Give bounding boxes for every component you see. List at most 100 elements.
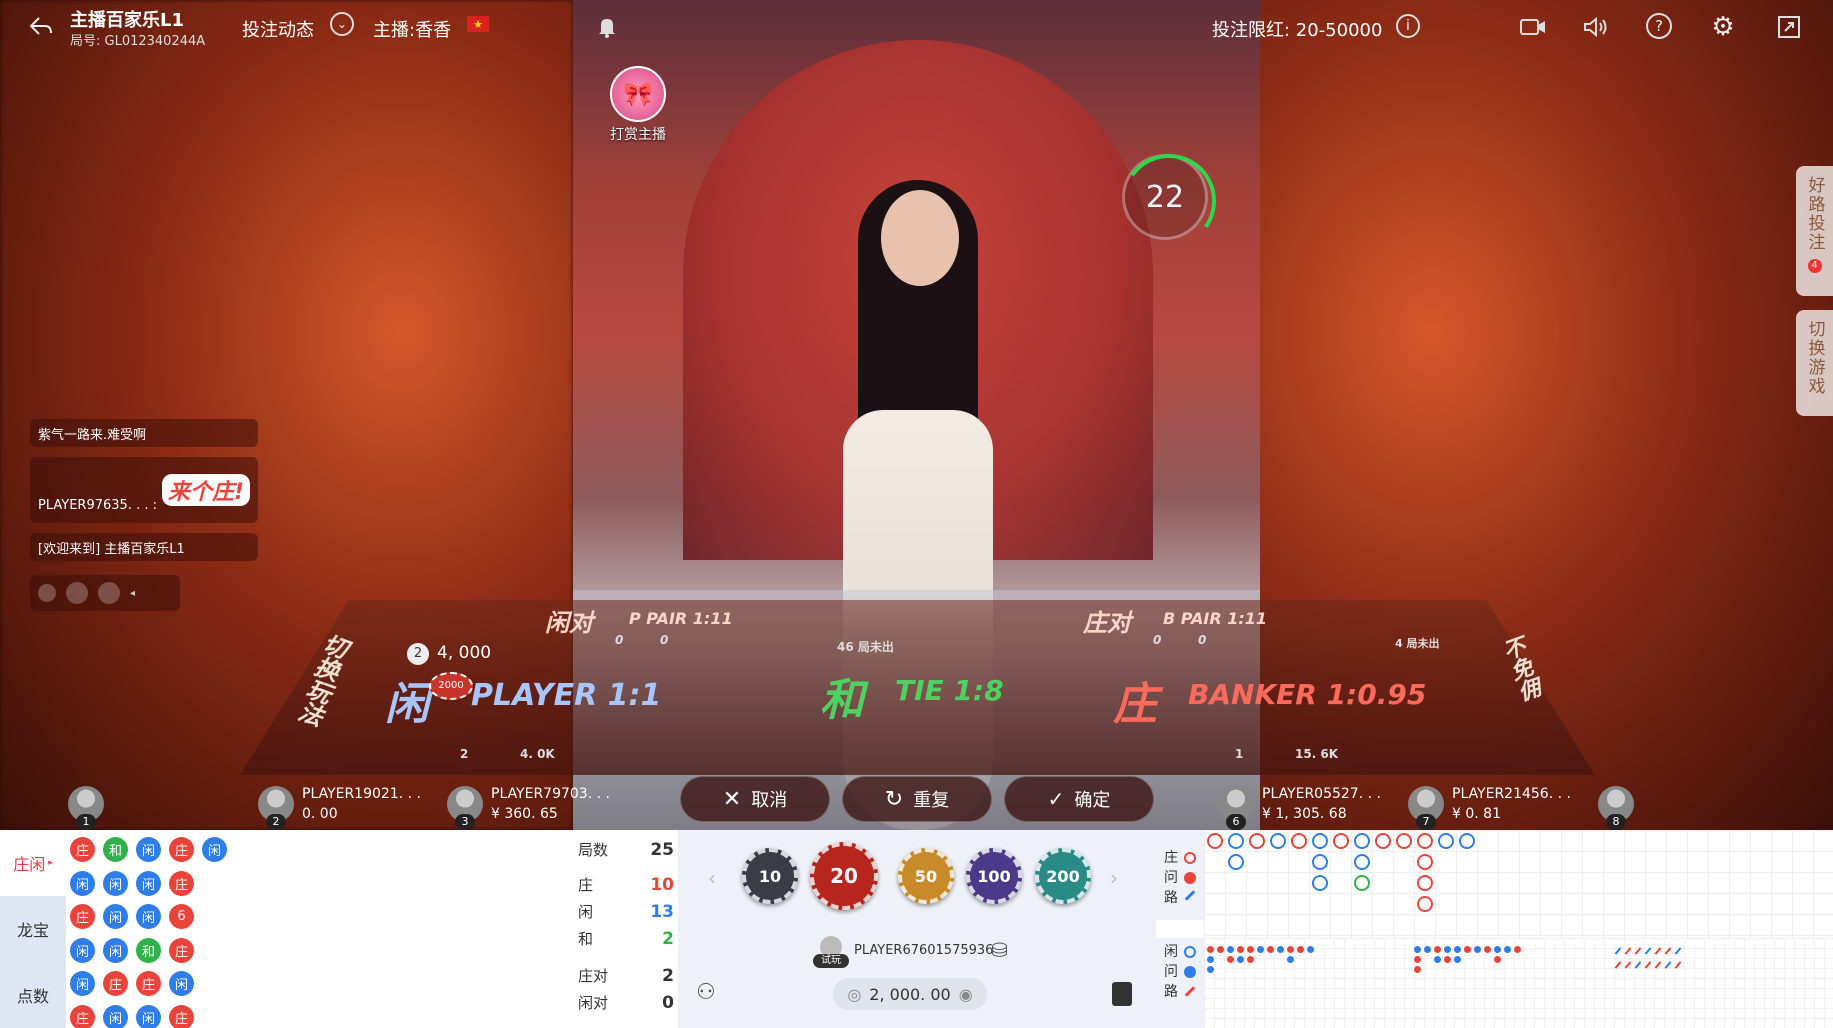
tie-count-label: 和 bbox=[578, 930, 594, 948]
tie-note: 46 局未出 bbox=[837, 640, 894, 654]
ask-label: 问 bbox=[1164, 870, 1178, 886]
ask-label: 问 bbox=[1164, 964, 1178, 980]
derived-road-mark bbox=[1237, 956, 1244, 963]
chip-10[interactable]: 10 bbox=[742, 848, 798, 904]
player-count: 13 bbox=[650, 901, 674, 922]
chat-input-bar[interactable]: ◂ bbox=[30, 575, 180, 611]
seat-player-name: PLAYER19021. . . bbox=[302, 786, 421, 802]
chevron-right-icon[interactable]: › bbox=[1110, 866, 1118, 890]
speaker-icon[interactable] bbox=[1581, 12, 1611, 42]
cancel-button[interactable]: ✕ 取消 bbox=[680, 776, 830, 822]
avatar: 2 bbox=[258, 786, 294, 830]
banker-count-label: 庄 bbox=[578, 876, 594, 894]
collapse-icon[interactable]: ◂ bbox=[130, 588, 135, 599]
derived-road-mark bbox=[1227, 956, 1234, 963]
switch-game-tab[interactable]: 切换游戏 bbox=[1796, 310, 1833, 416]
flag-icon: ★ bbox=[467, 16, 489, 32]
info-icon[interactable]: i bbox=[1396, 14, 1420, 38]
seat-8[interactable]: 8 bbox=[1598, 780, 1634, 830]
player-zone[interactable]: 2 4, 000 闲 2000 PLAYER 1:1 2 4. 0K bbox=[385, 640, 715, 765]
tab-points[interactable]: 点数 bbox=[0, 962, 66, 1028]
derived-road-mark bbox=[1474, 946, 1481, 953]
chevron-down-icon[interactable]: ⌄ bbox=[330, 12, 354, 36]
seat-7[interactable]: 7 PLAYER21456. . . ¥ 0. 81 bbox=[1408, 780, 1571, 830]
bead-road-cell: 闲 bbox=[70, 870, 95, 896]
chip-swap-icon[interactable]: ⚇ bbox=[696, 980, 716, 1005]
chip-100[interactable]: 100 bbox=[966, 848, 1022, 904]
derived-roads bbox=[1204, 938, 1833, 1028]
tab-banker-player[interactable]: 庄闲 ▸ bbox=[0, 830, 66, 896]
derived-road-mark bbox=[1494, 956, 1501, 963]
derived-road-mark bbox=[1207, 956, 1214, 963]
account-player-id: PLAYER67601575936 bbox=[854, 943, 994, 958]
tab-dragon-bonus[interactable]: 龙宝 bbox=[0, 896, 66, 962]
derived-road-mark bbox=[1624, 961, 1632, 969]
banker-odds: BANKER 1:0.95 bbox=[1188, 678, 1427, 711]
mic-icon[interactable] bbox=[38, 584, 56, 602]
gift-icon: 🎀 bbox=[610, 66, 666, 122]
big-road-mark bbox=[1417, 833, 1433, 849]
tab-label: 点数 bbox=[16, 987, 49, 1006]
seat-player-name: PLAYER05527. . . bbox=[1262, 786, 1381, 802]
seat-2[interactable]: 2 PLAYER19021. . . 0. 00 bbox=[258, 780, 421, 830]
fullscreen-icon[interactable] bbox=[1774, 12, 1804, 42]
derived-road-mark bbox=[1664, 961, 1672, 969]
seat-player-amount: ¥ 1, 305. 68 bbox=[1262, 806, 1347, 822]
player-ask-road[interactable]: 闲 问 路 bbox=[1156, 938, 1204, 1028]
derived-road-mark bbox=[1217, 946, 1224, 953]
derived-road-mark bbox=[1504, 946, 1511, 953]
chip-20[interactable]: 20 bbox=[810, 842, 878, 910]
eye-icon[interactable]: ◉ bbox=[959, 985, 973, 1004]
confirm-button[interactable]: ✓ 确定 bbox=[1004, 776, 1154, 822]
ask-label: 闲 bbox=[1164, 944, 1178, 960]
big-road-mark bbox=[1270, 833, 1286, 849]
big-road bbox=[1204, 830, 1833, 938]
tie-zone[interactable]: 46 局未出 和 TIE 1:8 bbox=[815, 630, 1055, 726]
bead-road-cell: 闲 bbox=[103, 870, 128, 896]
help-icon[interactable]: ? bbox=[1646, 13, 1672, 39]
bead-road-cell: 闲 bbox=[70, 971, 95, 996]
ask-label: 路 bbox=[1164, 984, 1178, 1000]
account-avatar: 试玩 bbox=[813, 936, 849, 968]
bead-road-cell: 闲 bbox=[202, 837, 227, 862]
banker-zone[interactable]: 4 局未出 庄 BANKER 1:0.95 1 15. 6K bbox=[1110, 630, 1490, 765]
chip-50[interactable]: 50 bbox=[898, 848, 954, 904]
good-road-label: 好路投注 bbox=[1804, 176, 1825, 252]
derived-road-mark bbox=[1434, 946, 1441, 953]
banker-note: 4 局未出 bbox=[1395, 637, 1440, 650]
gear-icon[interactable]: ⚙ bbox=[1708, 12, 1738, 42]
back-icon[interactable] bbox=[26, 12, 56, 42]
seat-3[interactable]: 3 PLAYER79703. . . ¥ 360. 65 bbox=[447, 780, 610, 830]
bet-feed-label[interactable]: 投注动态 bbox=[242, 16, 314, 42]
bell-icon[interactable] bbox=[592, 12, 622, 42]
bead-road-cell: 闲 bbox=[136, 1004, 161, 1028]
banker-people: 1 bbox=[1235, 747, 1244, 761]
chevron-left-icon[interactable]: ‹ bbox=[708, 866, 716, 890]
rounds-value: 25 bbox=[650, 839, 674, 860]
bead-road-cell: 闲 bbox=[103, 937, 128, 963]
big-road-mark bbox=[1354, 833, 1370, 849]
seat-player-name: PLAYER79703. . . bbox=[491, 786, 610, 802]
bead-road-cell: 庄 bbox=[70, 837, 95, 862]
bead-road-cell: 闲 bbox=[70, 937, 95, 963]
bet-record-icon[interactable] bbox=[1112, 982, 1132, 1006]
ask-label: 庄 bbox=[1164, 850, 1178, 866]
banker-ask-road[interactable]: 庄 问 路 bbox=[1156, 830, 1204, 920]
chip-200[interactable]: 200 bbox=[1035, 848, 1091, 904]
derived-road-mark bbox=[1644, 947, 1652, 955]
emoji-icon[interactable] bbox=[66, 582, 88, 604]
seat-6[interactable]: 6 PLAYER05527. . . ¥ 1, 305. 68 bbox=[1218, 780, 1381, 830]
host-label[interactable]: 主播:香香 bbox=[373, 16, 451, 42]
chair-icon[interactable]: ⛁ bbox=[991, 938, 1008, 962]
tie-odds: TIE 1:8 bbox=[895, 674, 1004, 707]
seat-1[interactable]: 1 bbox=[68, 780, 104, 830]
switch-game-label: 切换游戏 bbox=[1804, 320, 1825, 396]
video-camera-icon[interactable] bbox=[1518, 12, 1548, 42]
derived-road-mark bbox=[1664, 947, 1672, 955]
gift-small-icon[interactable] bbox=[98, 582, 120, 604]
good-road-tab[interactable]: 好路投注 4 bbox=[1796, 166, 1833, 296]
derived-road-mark bbox=[1267, 946, 1274, 953]
reward-host-button[interactable]: 🎀 打赏主播 bbox=[605, 66, 671, 144]
stats-panel: 局数 25 庄 10 闲 13 和 2 庄对 2 闲对 0 bbox=[578, 836, 674, 1016]
repeat-button[interactable]: ↻ 重复 bbox=[842, 776, 992, 822]
